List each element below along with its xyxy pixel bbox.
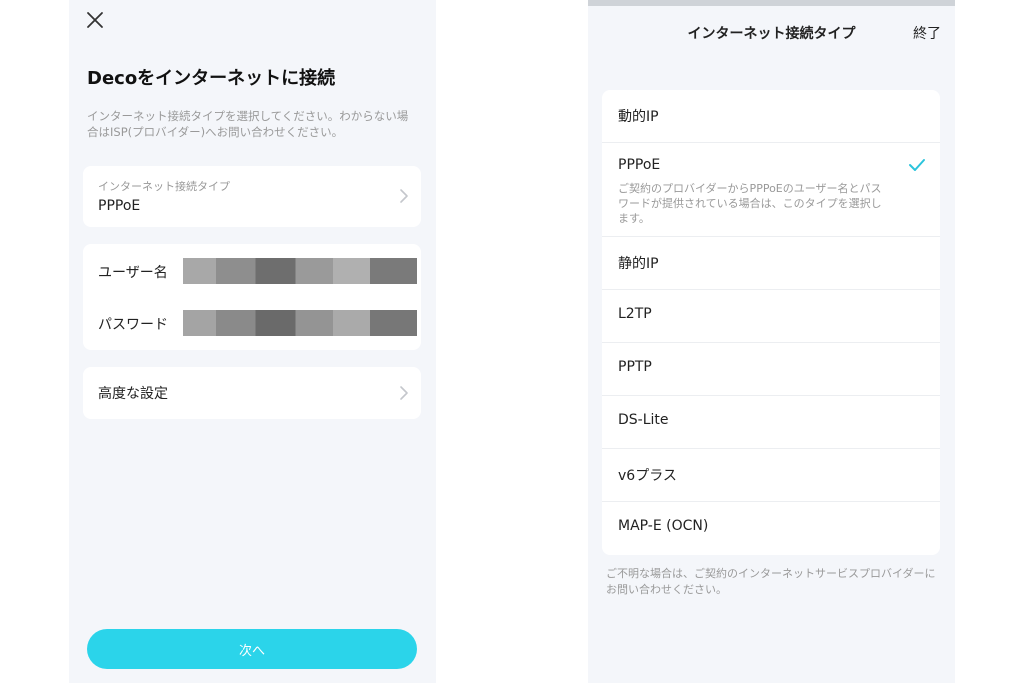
option-l2tp[interactable]: L2TP	[602, 290, 940, 343]
option-label: MAP-E (OCN)	[618, 518, 709, 534]
connection-type-value: PPPoE	[98, 198, 141, 214]
username-input[interactable]	[183, 258, 417, 284]
connection-type-label: インターネット接続タイプ	[98, 180, 230, 193]
connection-type-selector[interactable]: インターネット接続タイプ PPPoE	[83, 166, 421, 227]
next-button[interactable]: 次へ	[87, 629, 417, 669]
chevron-right-icon	[399, 188, 409, 204]
option-v6plus[interactable]: v6プラス	[602, 449, 940, 502]
advanced-settings-item[interactable]: 高度な設定	[83, 367, 421, 419]
credentials-card: ユーザー名 パスワード	[83, 244, 421, 350]
connect-screen: Decoをインターネットに接続 インターネット接続タイプを選択してください。わか…	[69, 0, 436, 683]
option-label: L2TP	[618, 306, 652, 322]
password-row: パスワード	[83, 304, 421, 344]
option-label: 動的IP	[618, 109, 659, 125]
close-button[interactable]	[83, 8, 107, 32]
bottom-sheet: インターネット接続タイプ 終了 動的IP PPPoE ご契約のプロバイダーからP…	[588, 6, 955, 683]
option-label: PPPoE	[618, 157, 661, 173]
password-input[interactable]	[183, 310, 417, 336]
option-description: ご契約のプロバイダーからPPPoEのユーザー名とパスワードが提供されている場合は…	[618, 182, 882, 225]
username-label: ユーザー名	[98, 265, 168, 281]
option-pptp[interactable]: PPTP	[602, 343, 940, 396]
checkmark-icon	[908, 157, 926, 171]
username-row: ユーザー名	[83, 252, 421, 292]
option-pppoe[interactable]: PPPoE ご契約のプロバイダーからPPPoEのユーザー名とパスワードが提供され…	[602, 143, 940, 237]
option-label: 静的IP	[618, 256, 659, 272]
connection-type-list: 動的IP PPPoE ご契約のプロバイダーからPPPoEのユーザー名とパスワード…	[602, 90, 940, 555]
option-dynamic-ip[interactable]: 動的IP	[602, 90, 940, 143]
page-title: Decoをインターネットに接続	[87, 68, 336, 89]
password-label: パスワード	[98, 317, 168, 333]
connection-type-sheet-screen: インターネット接続タイプ 終了 動的IP PPPoE ご契約のプロバイダーからP…	[588, 0, 955, 683]
footer-note: ご不明な場合は、ご契約のインターネットサービスプロバイダーにお問い合わせください…	[606, 567, 936, 596]
sheet-title: インターネット接続タイプ	[687, 26, 856, 42]
option-label: v6プラス	[618, 468, 677, 484]
option-static-ip[interactable]: 静的IP	[602, 237, 940, 290]
instruction-text: インターネット接続タイプを選択してください。わからない場合はISP(プロバイダー…	[87, 109, 409, 139]
option-map-e-ocn[interactable]: MAP-E (OCN)	[602, 502, 940, 555]
chevron-right-icon	[399, 385, 409, 401]
option-label: DS-Lite	[618, 412, 669, 428]
done-button[interactable]: 終了	[913, 23, 941, 43]
close-icon	[87, 12, 103, 28]
advanced-settings-label: 高度な設定	[98, 386, 168, 402]
option-ds-lite[interactable]: DS-Lite	[602, 396, 940, 449]
option-label: PPTP	[618, 359, 652, 375]
